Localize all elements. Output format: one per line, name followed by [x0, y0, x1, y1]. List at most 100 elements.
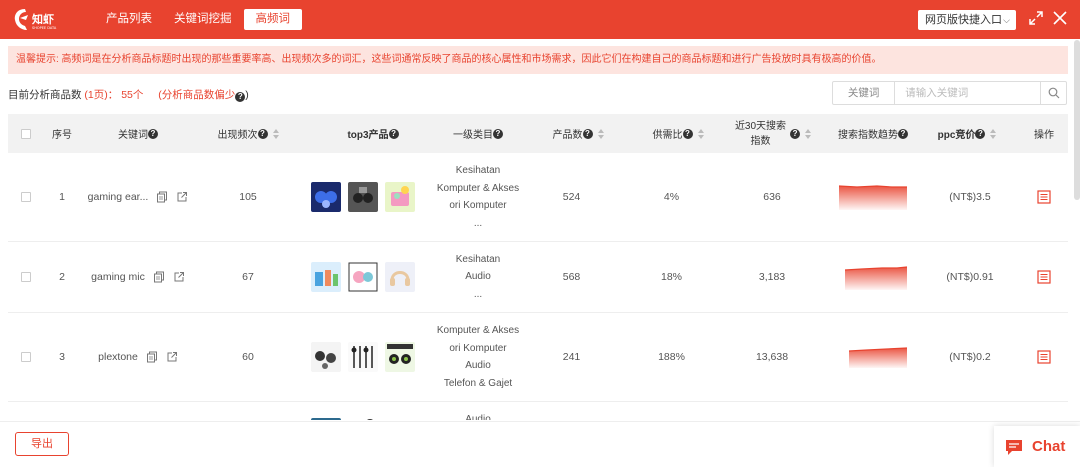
- product-thumbnail[interactable]: [348, 342, 378, 372]
- search-button[interactable]: [1040, 82, 1066, 104]
- external-link-icon[interactable]: [173, 271, 185, 283]
- top3-cell: [308, 313, 418, 401]
- chevron-down-icon: ⌵: [1003, 15, 1010, 25]
- help-icon[interactable]: ?: [388, 128, 399, 139]
- copy-icon[interactable]: [153, 271, 165, 283]
- products-cell: 241: [562, 351, 581, 363]
- help-icon[interactable]: ?: [235, 92, 246, 102]
- action-cell: [1024, 242, 1064, 312]
- help-icon[interactable]: ?: [790, 128, 801, 139]
- sort-icon[interactable]: [805, 128, 812, 139]
- detail-list-icon[interactable]: [1037, 190, 1051, 204]
- row-index: 2: [59, 271, 65, 283]
- col-ppc[interactable]: ppc竞价?: [930, 114, 1004, 153]
- detail-list-icon[interactable]: [1037, 350, 1051, 364]
- table-header: 序号 关键词? 出现频次? top3产品? 一级类目? 产品数? 供需比? 近3…: [8, 114, 1068, 153]
- row-checkbox[interactable]: [21, 272, 31, 282]
- col-products[interactable]: 产品数?: [528, 114, 628, 153]
- tab-high-frequency[interactable]: 高频词: [243, 9, 302, 30]
- ppc-cell: (NT$)0.2: [949, 351, 991, 363]
- sort-icon[interactable]: [990, 128, 997, 139]
- help-icon[interactable]: ?: [582, 128, 593, 139]
- external-link-icon[interactable]: [166, 351, 178, 363]
- trend-sparkline[interactable]: [837, 182, 909, 212]
- help-icon[interactable]: ?: [682, 128, 693, 139]
- trend-sparkline[interactable]: [837, 342, 909, 372]
- row-checkbox[interactable]: [21, 192, 31, 202]
- tab-product-list[interactable]: 产品列表: [96, 9, 162, 30]
- main-nav: 产品列表 关键词挖掘 高频词: [96, 9, 304, 30]
- search-icon: [1048, 87, 1060, 99]
- summary-pages: (1页)：: [84, 89, 119, 101]
- select-all-cell: [16, 114, 36, 153]
- trend-cell: [828, 153, 918, 241]
- col-category: 一级类目?: [428, 114, 528, 153]
- svg-text:SHOPEE DATA: SHOPEE DATA: [32, 26, 57, 30]
- sort-icon[interactable]: [272, 128, 279, 139]
- search30-cell: 636: [763, 191, 781, 203]
- col-supply-demand[interactable]: 供需比?: [628, 114, 728, 153]
- expand-icon[interactable]: [1029, 11, 1043, 25]
- summary-prefix: 目前分析商品数: [8, 89, 82, 101]
- row-index: 1: [59, 191, 65, 203]
- product-thumbnail[interactable]: [311, 418, 341, 420]
- col-keyword: 关键词?: [98, 114, 178, 153]
- row-checkbox[interactable]: [21, 352, 31, 362]
- quick-entry-select[interactable]: 网页版快捷入口 ⌵: [918, 10, 1016, 30]
- col-frequency[interactable]: 出现频次?: [198, 114, 298, 153]
- search30-cell: 3,183: [758, 271, 786, 283]
- search-type-label[interactable]: 关键词: [833, 82, 896, 104]
- col-search-30d[interactable]: 近30天搜索 指数 ?: [728, 114, 818, 153]
- category-cell: Kesihatan Komputer & Akses ori Komputer …: [436, 165, 520, 229]
- sort-icon[interactable]: [697, 128, 704, 139]
- chat-icon: [1006, 439, 1022, 455]
- row-checkbox-cell: [16, 153, 36, 241]
- export-button[interactable]: 导出: [15, 432, 69, 456]
- chat-button[interactable]: Chat: [994, 426, 1080, 467]
- keyword-cell: plextone: [78, 313, 198, 401]
- sort-icon[interactable]: [597, 128, 604, 139]
- product-thumbnail[interactable]: [385, 262, 415, 292]
- products-cell: 524: [562, 191, 581, 203]
- product-thumbnail[interactable]: [311, 342, 341, 372]
- product-thumbnail[interactable]: [348, 418, 378, 420]
- detail-list-icon[interactable]: [1037, 270, 1051, 284]
- help-icon[interactable]: ?: [975, 128, 986, 139]
- product-thumbnail[interactable]: [385, 418, 415, 420]
- keyword-cell: gaming ear...: [78, 153, 198, 241]
- trend-cell: [828, 313, 918, 401]
- select-all-checkbox[interactable]: [21, 128, 31, 139]
- help-icon[interactable]: ?: [898, 128, 908, 139]
- product-thumbnail[interactable]: [348, 262, 378, 292]
- col-top3: top3产品?: [318, 114, 428, 153]
- ppc-cell: (NT$)3.5: [949, 191, 991, 203]
- keyword-search-input[interactable]: [895, 82, 1041, 104]
- product-thumbnail[interactable]: [348, 182, 378, 212]
- top-bar: 知虾 SHOPEE DATA 产品列表 关键词挖掘 高频词 网页版快捷入口 ⌵: [0, 0, 1080, 39]
- top3-cell: [308, 242, 418, 312]
- keyword-text: gaming ear...: [87, 191, 149, 203]
- help-icon[interactable]: ?: [257, 128, 268, 139]
- copy-icon[interactable]: [146, 351, 158, 363]
- external-link-icon[interactable]: [176, 191, 188, 203]
- tab-keyword-mining[interactable]: 关键词挖掘: [164, 9, 242, 30]
- close-icon[interactable]: [1053, 11, 1067, 25]
- help-icon[interactable]: ?: [493, 128, 503, 139]
- trend-sparkline[interactable]: [837, 262, 909, 292]
- page-scrollbar[interactable]: [1074, 40, 1080, 200]
- summary-hint[interactable]: (分析商品数偏少?: [158, 89, 246, 102]
- frequency-cell: 67: [242, 271, 254, 283]
- action-cell: [1024, 153, 1064, 241]
- ratio-cell: 188%: [658, 351, 685, 363]
- help-icon[interactable]: ?: [148, 128, 158, 139]
- product-thumbnail[interactable]: [311, 262, 341, 292]
- products-cell: 568: [562, 271, 581, 283]
- search30-cell: 13,638: [755, 351, 789, 363]
- ppc-cell: (NT$)0.91: [946, 271, 994, 283]
- product-thumbnail[interactable]: [311, 182, 341, 212]
- product-thumbnail[interactable]: [385, 182, 415, 212]
- ratio-cell: 18%: [660, 271, 682, 283]
- product-thumbnail[interactable]: [385, 342, 415, 372]
- copy-icon[interactable]: [156, 191, 168, 203]
- logo-icon: 知虾 SHOPEE DATA: [14, 9, 57, 30]
